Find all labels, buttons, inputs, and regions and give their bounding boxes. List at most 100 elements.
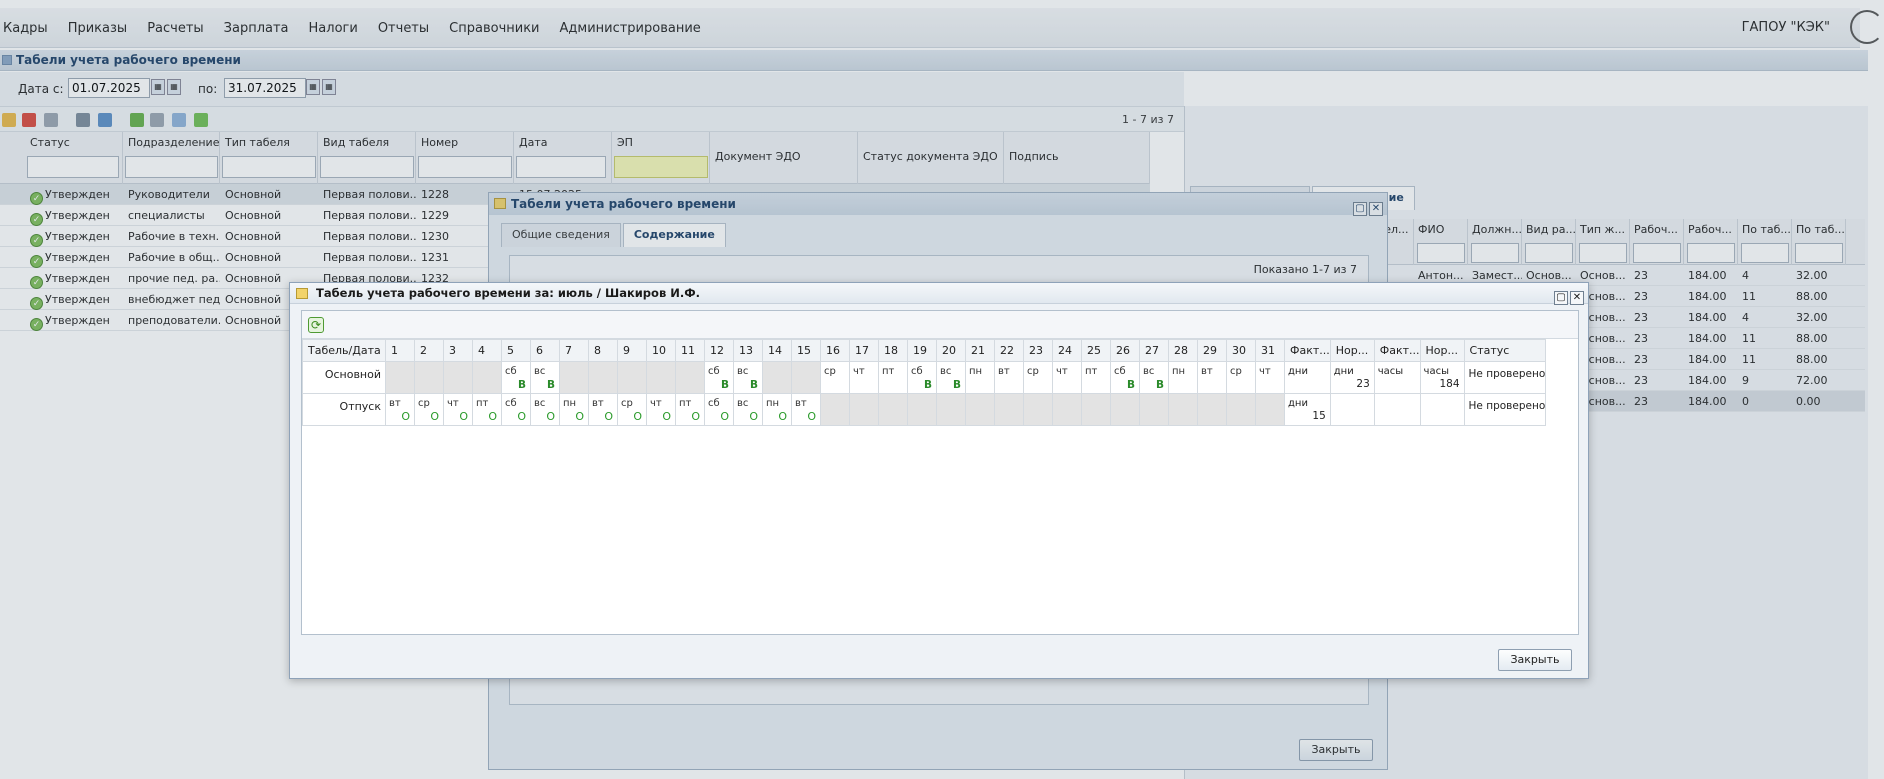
day-mark: О <box>633 410 642 423</box>
day-cell[interactable] <box>646 361 676 394</box>
day-cell[interactable]: пт <box>878 361 908 394</box>
day-cell[interactable]: чт <box>1255 361 1285 394</box>
day-cell[interactable]: вт О <box>385 393 415 426</box>
day-cell[interactable]: вт <box>994 361 1024 394</box>
day-cell[interactable]: ср <box>1226 361 1256 394</box>
day-mark: О <box>662 410 671 423</box>
day-cell[interactable] <box>1139 393 1169 426</box>
day-cell[interactable] <box>1226 393 1256 426</box>
summary-cell <box>1419 393 1465 426</box>
day-mark: О <box>546 410 555 423</box>
day-cell[interactable]: пт О <box>675 393 705 426</box>
day-cell[interactable]: вт <box>1197 361 1227 394</box>
day-cell[interactable]: чт О <box>443 393 473 426</box>
close-icon[interactable]: ✕ <box>1570 291 1584 305</box>
day-cell[interactable] <box>1052 393 1082 426</box>
refresh-icon[interactable]: ⟳ <box>308 317 324 333</box>
status-cell: Не проверено <box>1463 361 1547 394</box>
day-cell[interactable] <box>907 393 937 426</box>
day-cell[interactable] <box>472 361 502 394</box>
day-cell[interactable] <box>588 361 618 394</box>
col-day: 21 <box>965 339 995 362</box>
day-mark: О <box>691 410 700 423</box>
day-cell[interactable] <box>762 361 792 394</box>
day-mark: В <box>546 379 555 391</box>
day-cell[interactable]: пн <box>1168 361 1198 394</box>
day-cell[interactable] <box>443 361 473 394</box>
weekday-label: вт <box>592 398 604 409</box>
day-mark: О <box>488 410 497 423</box>
col-day: 17 <box>849 339 879 362</box>
day-cell[interactable] <box>965 393 995 426</box>
unit-label: часы <box>1377 366 1404 377</box>
day-cell[interactable]: вс О <box>733 393 763 426</box>
day-cell[interactable]: ср О <box>617 393 647 426</box>
weekday-label: ср <box>621 398 633 409</box>
col-day: 4 <box>472 339 502 362</box>
day-cell[interactable] <box>849 393 879 426</box>
day-cell[interactable]: чт О <box>646 393 676 426</box>
day-cell[interactable]: чт <box>1052 361 1082 394</box>
day-cell[interactable]: вс О <box>530 393 560 426</box>
day-cell[interactable]: пт О <box>472 393 502 426</box>
day-cell[interactable]: ср О <box>414 393 444 426</box>
day-mark: О <box>575 410 584 423</box>
day-cell[interactable] <box>1197 393 1227 426</box>
day-cell[interactable]: сб В <box>907 361 937 394</box>
day-cell[interactable]: пн О <box>559 393 589 426</box>
weekday-label: вт <box>389 398 401 409</box>
weekday-label: чт <box>650 398 662 409</box>
day-cell[interactable] <box>1023 393 1053 426</box>
day-mark: О <box>517 410 526 423</box>
day-cell[interactable] <box>994 393 1024 426</box>
day-cell[interactable]: вт О <box>588 393 618 426</box>
day-cell[interactable]: ср <box>820 361 850 394</box>
day-cell[interactable] <box>820 393 850 426</box>
day-cell[interactable]: вс В <box>936 361 966 394</box>
day-cell[interactable]: пт <box>1081 361 1111 394</box>
day-cell[interactable]: сб В <box>501 361 531 394</box>
weekday-label: вс <box>1143 366 1155 377</box>
day-cell[interactable] <box>936 393 966 426</box>
day-cell[interactable]: вс В <box>530 361 560 394</box>
day-cell[interactable] <box>617 361 647 394</box>
unit-label: дни <box>1288 398 1308 409</box>
close-button[interactable]: Закрыть <box>1498 649 1572 671</box>
col-summary: Факт... <box>1284 339 1331 362</box>
day-cell[interactable] <box>1110 393 1140 426</box>
day-cell[interactable]: сб В <box>704 361 734 394</box>
summary-cell: часы <box>1373 361 1421 394</box>
timesheet-row: Основной сб Ввс Всб Ввс Вср чт пт сб Ввс Впн вт ср чт… <box>302 361 1547 394</box>
day-cell[interactable]: чт <box>849 361 879 394</box>
day-cell[interactable]: сб В <box>1110 361 1140 394</box>
day-cell[interactable]: вс В <box>733 361 763 394</box>
day-cell[interactable] <box>1255 393 1285 426</box>
day-cell[interactable] <box>675 361 705 394</box>
day-cell[interactable]: вс В <box>1139 361 1169 394</box>
col-summary: Нор... <box>1329 339 1375 362</box>
summary-cell <box>1373 393 1421 426</box>
day-cell[interactable] <box>791 361 821 394</box>
day-cell[interactable]: пн О <box>762 393 792 426</box>
day-cell[interactable]: пн <box>965 361 995 394</box>
day-cell[interactable] <box>878 393 908 426</box>
day-cell[interactable]: ср <box>1023 361 1053 394</box>
day-cell[interactable]: вт О <box>791 393 821 426</box>
maximize-icon[interactable]: ▢ <box>1554 291 1568 305</box>
col-day: 18 <box>878 339 908 362</box>
weekday-label: пт <box>476 398 489 409</box>
day-cell[interactable] <box>559 361 589 394</box>
day-cell[interactable]: сб О <box>501 393 531 426</box>
day-cell[interactable] <box>1168 393 1198 426</box>
day-mark: В <box>749 379 758 391</box>
day-mark: В <box>952 379 961 391</box>
day-mark: О <box>401 410 410 423</box>
weekday-label: чт <box>853 366 865 377</box>
col-day: 15 <box>791 339 821 362</box>
day-cell[interactable]: сб О <box>704 393 734 426</box>
day-cell[interactable] <box>1081 393 1111 426</box>
summary-cell: дни 23 <box>1329 361 1375 394</box>
day-cell[interactable] <box>385 361 415 394</box>
row-label: Основной <box>302 361 386 394</box>
day-cell[interactable] <box>414 361 444 394</box>
